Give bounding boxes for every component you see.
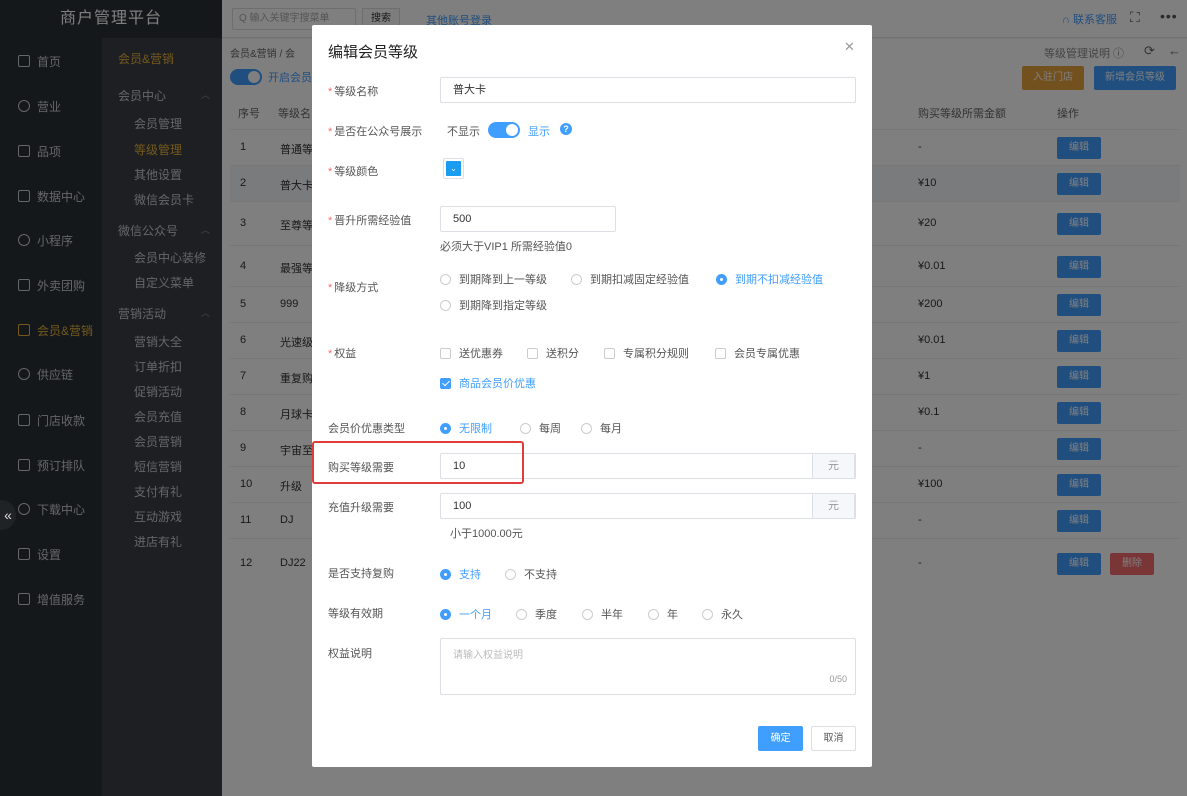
benefit-checkbox[interactable]: 送积分 — [527, 345, 579, 361]
checkbox-box — [440, 347, 451, 359]
radio-circle — [571, 273, 582, 285]
benefit-checkbox[interactable]: 专属积分规则 — [604, 345, 689, 361]
downgrade-radio[interactable]: 到期扣减固定经验值 — [571, 271, 689, 287]
radio-circle — [440, 608, 451, 620]
radio-circle — [702, 608, 713, 620]
benefit-checkbox[interactable]: 商品会员价优惠 — [440, 375, 536, 391]
recharge-amount-input[interactable]: 100 元 — [440, 493, 856, 519]
show-official-label: * 是否在公众号展示 — [328, 126, 423, 138]
checkbox-label: 专属积分规则 — [623, 348, 689, 360]
discount_type-radio[interactable]: 每周 — [520, 420, 561, 436]
upgrade-exp-hint: 必须大于VIP1 所需经验值0 — [440, 241, 573, 253]
validity-radio[interactable]: 永久 — [702, 606, 743, 622]
checkbox-box — [440, 377, 451, 389]
help-icon[interactable]: ? — [560, 123, 572, 135]
downgrade-label: * 降级方式 — [328, 282, 379, 294]
radio-circle — [648, 608, 659, 620]
benefits-label: * 权益 — [328, 348, 357, 360]
radio-label: 年 — [667, 609, 678, 621]
radio-circle — [440, 299, 451, 311]
cancel-button[interactable]: 取消 — [811, 726, 856, 751]
repurchase-label: 是否支持复购 — [328, 568, 394, 580]
radio-label: 每周 — [539, 423, 561, 435]
level-name-input[interactable]: 普大卡 — [440, 77, 856, 103]
radio-label: 到期扣减固定经验值 — [590, 274, 689, 286]
radio-label: 到期降到指定等级 — [459, 300, 547, 312]
purchase-unit: 元 — [812, 453, 855, 479]
description-label: 权益说明 — [328, 648, 372, 660]
radio-circle — [581, 422, 592, 434]
level-color-picker[interactable]: ⌄ — [443, 158, 464, 179]
dialog-title: 编辑会员等级 — [328, 44, 419, 61]
downgrade-radio[interactable]: 到期不扣减经验值 — [716, 271, 823, 287]
radio-label: 永久 — [721, 609, 743, 621]
level-color-label: * 等级颜色 — [328, 166, 379, 178]
edit-level-dialog: 编辑会员等级 ✕ * 等级名称 普大卡 * 是否在公众号展示 不显示 显示 ? * 等… — [312, 25, 872, 767]
radio-label: 季度 — [535, 609, 557, 621]
close-icon[interactable]: ✕ — [844, 39, 855, 55]
show-option-label: 显示 — [528, 126, 550, 138]
app-root: 首页营业品项数据中心小程序外卖团购会员&营销供应链门店收款预订排队下载中心设置增… — [0, 0, 1187, 796]
checkbox-label: 商品会员价优惠 — [459, 378, 536, 390]
checkbox-box — [527, 347, 538, 359]
radio-label: 到期不扣减经验值 — [735, 274, 823, 286]
recharge-unit: 元 — [812, 493, 855, 519]
radio-circle — [505, 568, 516, 580]
radio-circle — [716, 273, 727, 285]
checkbox-label: 送积分 — [546, 348, 579, 360]
validity-radio[interactable]: 一个月 — [440, 606, 492, 622]
checkbox-box — [604, 347, 615, 359]
radio-label: 半年 — [601, 609, 623, 621]
highlight-box — [312, 441, 524, 484]
radio-circle — [440, 422, 451, 434]
radio-circle — [440, 273, 451, 285]
radio-label: 支持 — [459, 569, 481, 581]
repurchase-radio[interactable]: 不支持 — [505, 566, 557, 582]
description-textarea[interactable]: 请输入权益说明 0/50 — [440, 638, 856, 695]
downgrade-radio[interactable]: 到期降到上一等级 — [440, 271, 547, 287]
chevron-down-icon: ⌄ — [446, 161, 461, 176]
recharge-hint: 小于1000.00元 — [450, 528, 523, 540]
radio-label: 无限制 — [459, 423, 492, 435]
radio-circle — [440, 568, 451, 580]
radio-label: 到期降到上一等级 — [459, 274, 547, 286]
radio-label: 不支持 — [524, 569, 557, 581]
validity-radio[interactable]: 年 — [648, 606, 678, 622]
discount-type-label: 会员价优惠类型 — [328, 423, 405, 435]
checkbox-label: 会员专属优惠 — [734, 348, 800, 360]
radio-circle — [582, 608, 593, 620]
downgrade-radio[interactable]: 到期降到指定等级 — [440, 297, 547, 313]
recharge-amount-label: 充值升级需要 — [328, 502, 394, 514]
radio-label: 每月 — [600, 423, 622, 435]
checkbox-label: 送优惠券 — [459, 348, 503, 360]
repurchase-radio[interactable]: 支持 — [440, 566, 481, 582]
hide-option-label: 不显示 — [447, 126, 480, 138]
discount_type-radio[interactable]: 无限制 — [440, 420, 492, 436]
validity-radio[interactable]: 季度 — [516, 606, 557, 622]
discount_type-radio[interactable]: 每月 — [581, 420, 622, 436]
radio-circle — [520, 422, 531, 434]
radio-label: 一个月 — [459, 609, 492, 621]
upgrade-exp-input[interactable]: 500 — [440, 206, 616, 232]
char-count: 0/50 — [829, 674, 847, 684]
checkbox-box — [715, 347, 726, 359]
level-name-label: * 等级名称 — [328, 86, 379, 98]
benefit-checkbox[interactable]: 送优惠券 — [440, 345, 503, 361]
validity-label: 等级有效期 — [328, 608, 383, 620]
confirm-button[interactable]: 确定 — [758, 726, 803, 751]
validity-radio[interactable]: 半年 — [582, 606, 623, 622]
radio-circle — [516, 608, 527, 620]
benefit-checkbox[interactable]: 会员专属优惠 — [715, 345, 800, 361]
description-placeholder: 请输入权益说明 — [453, 650, 523, 661]
upgrade-exp-label: * 晋升所需经验值 — [328, 215, 412, 227]
show-official-toggle[interactable] — [488, 122, 520, 138]
